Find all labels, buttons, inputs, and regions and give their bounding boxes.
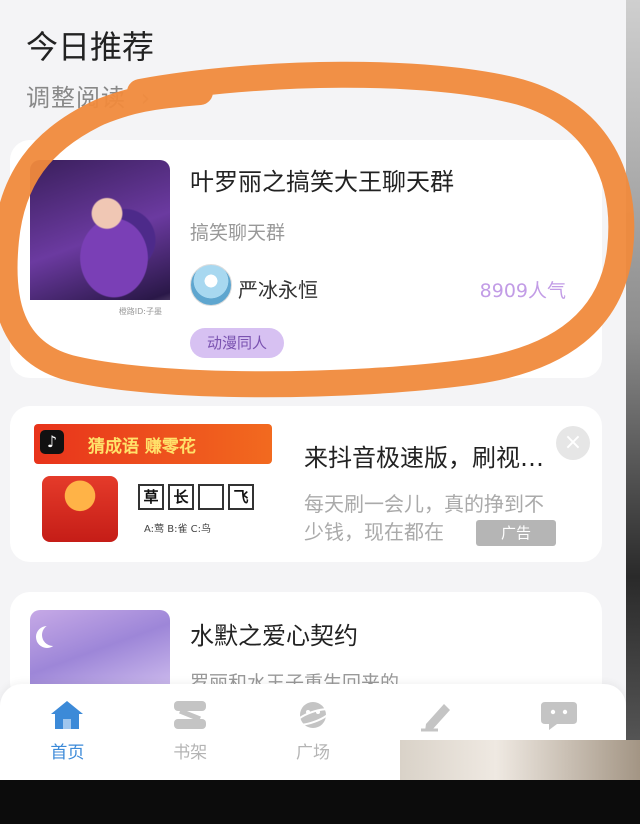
idiom-char: 飞 [228,484,254,510]
ad-title[interactable]: 来抖音极速版，刷视… [304,438,544,473]
bookshelf-icon [174,701,207,729]
background-edge [626,0,640,824]
featured-book-card[interactable]: 橙路ID:子墨 叶罗丽之搞笑大王聊天群 搞笑聊天群 严冰永恒 8909人气 动漫… [10,140,602,378]
tab-bookshelf[interactable]: 书架 [135,684,245,780]
idiom-char-blank [198,484,224,510]
ad-banner: 猜成语 赚零花 [34,424,272,464]
ad-badge: 广告 [476,520,556,546]
chat-bubble-icon [540,702,577,730]
moon-icon [42,624,64,646]
ad-image[interactable]: 猜成语 赚零花 ♪ 草 长 飞 A:莺 B:雀 C:鸟 [34,424,272,546]
ad-banner-text: 猜成语 赚零花 [88,437,196,457]
popularity-count: 8909人气 [479,280,566,302]
book-title[interactable]: 水默之爱心契约 [190,616,358,651]
ad-card[interactable]: 猜成语 赚零花 ♪ 草 长 飞 A:莺 B:雀 C:鸟 来抖音极速版，刷视… 每… [10,406,602,562]
close-icon[interactable]: × [556,426,590,460]
chevron-right-icon: › [140,84,152,112]
pen-icon [420,704,450,732]
genre-tag[interactable]: 动漫同人 [190,328,285,358]
section-title: 今日推荐 [26,28,155,66]
tiktok-icon: ♪ [40,430,64,454]
idiom-char: 草 [138,484,164,510]
planet-icon [294,702,331,728]
tab-label: 书架 [173,743,208,763]
adjust-preference-link[interactable]: 调整阅读 › [26,78,151,113]
app-screen: 今日推荐 调整阅读 › 橙路ID:子墨 叶罗丽之搞笑大王聊天群 搞笑聊天群 严冰… [0,0,626,780]
tab-label: 广场 [295,743,330,763]
author-avatar[interactable] [190,264,232,306]
author-name[interactable]: 严冰永恒 [238,274,318,303]
home-icon [51,701,84,729]
idiom-options: A:莺 B:雀 C:鸟 [144,524,211,535]
cover-caption: 橙路ID:子墨 [30,300,170,338]
tab-home[interactable]: 首页 [12,684,122,780]
subtitle-text: 调整阅读 [26,84,126,112]
tab-square[interactable]: 广场 [258,684,368,780]
gift-box-icon [42,476,118,542]
idiom-puzzle: 草 长 飞 [138,484,254,510]
tab-label: 首页 [50,743,85,763]
idiom-char: 长 [168,484,194,510]
screen-bottom-edge [0,780,640,824]
book-title[interactable]: 叶罗丽之搞笑大王聊天群 [190,162,454,197]
book-subtitle: 搞笑聊天群 [190,222,286,244]
